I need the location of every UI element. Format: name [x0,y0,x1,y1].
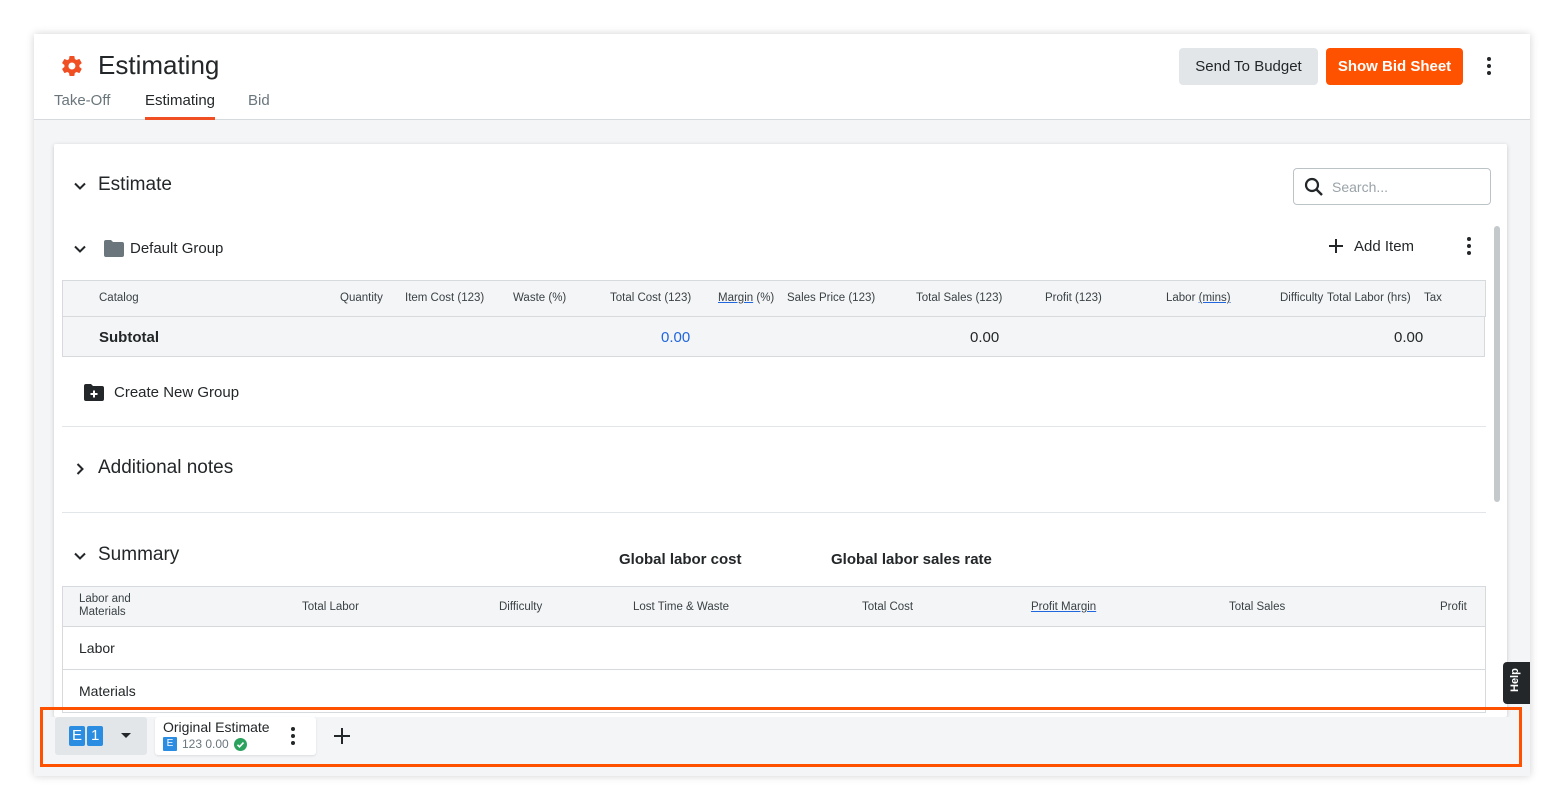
col-sales-price[interactable]: Sales Price (123) [787,292,875,304]
col-catalog[interactable]: Catalog [99,292,139,304]
global-labor-sales-rate-label: Global labor sales rate [831,551,992,568]
group-table-header: Catalog Quantity Item Cost (123) Waste (… [62,280,1486,317]
folder-add-icon [84,383,104,401]
col-waste[interactable]: Waste (%) [513,292,566,304]
group-chevron-down-icon[interactable] [72,241,88,257]
summary-section-title: Summary [98,544,180,565]
header-more-menu-icon[interactable] [1477,54,1501,78]
col-profit[interactable]: Profit (123) [1045,292,1102,304]
chevron-down-icon[interactable] [72,178,88,194]
app-window: Estimating Take-Off Estimating Bid Send … [34,34,1530,776]
gear-icon [62,55,82,77]
show-bid-sheet-button[interactable]: Show Bid Sheet [1326,48,1463,85]
col-difficulty[interactable]: Difficulty [1280,292,1323,304]
col-total-labor[interactable]: Total Labor (hrs) [1327,292,1411,304]
add-item-button[interactable]: Add Item [1328,234,1414,258]
summary-chevron-down-icon[interactable] [72,548,88,564]
sum-col-difficulty: Difficulty [499,601,543,613]
sum-col-profit-margin[interactable]: Profit Margin [1031,601,1096,613]
sum-col-labor-materials: Labor and Materials [79,593,131,618]
estimate-number-chip: 1 [87,726,104,746]
divider [62,512,1486,513]
create-new-group-button[interactable]: Create New Group [84,382,239,402]
chevron-right-icon[interactable] [72,461,88,477]
subtotal-label: Subtotal [99,329,159,346]
send-to-budget-button[interactable]: Send To Budget [1179,48,1318,85]
sum-col-profit: Profit [1440,601,1467,613]
col-labor-term: Labor [1166,292,1196,304]
sum-col-total-cost: Total Cost [862,601,914,613]
folder-icon [104,240,124,257]
sum-col-lost-time-waste: Lost Time & Waste [633,601,730,613]
sum-col-total-labor: Total Labor [302,601,359,613]
page-title: Estimating [98,50,220,80]
vertical-scrollbar[interactable] [1494,226,1500,502]
check-circle-icon [233,737,247,751]
estimate-letter-chip: E [69,726,86,746]
subtotal-total-cost: 0.00 [661,329,691,346]
col-total-cost[interactable]: Total Cost (123) [610,292,691,304]
search-icon [1304,177,1323,196]
col-margin-term: Margin [718,292,754,304]
add-item-label: Add Item [1354,237,1415,255]
estimate-tabs-bar: E 1 Original Estimate E 123 0.00 [34,717,1530,776]
col-item-cost[interactable]: Item Cost (123) [405,292,484,304]
tab-estimating[interactable]: Estimating [145,92,216,120]
search-input[interactable] [1332,176,1482,198]
summary-row-label: Labor [79,640,115,656]
divider [62,426,1486,427]
subtotal-row: Subtotal 0.00 0.00 0.00 [62,317,1485,357]
page-header: Estimating Take-Off Estimating Bid Send … [34,34,1530,120]
estimate-type-chip: E [163,737,177,751]
col-quantity[interactable]: Quantity [340,292,383,304]
tab-take-off[interactable]: Take-Off [54,92,110,120]
summary-table-header: Labor and Materials Total Labor Difficul… [62,586,1486,627]
estimate-tab-name: Original Estimate [163,719,270,735]
col-labor[interactable]: Labor (mins) [1166,292,1231,304]
estimate-tab-meta: E 123 0.00 [163,737,247,751]
add-estimate-plus-icon[interactable] [331,725,353,747]
group-more-menu-icon[interactable] [1457,234,1481,258]
estimate-tab-values: 123 0.00 [182,737,229,751]
caret-down-icon [121,733,131,738]
col-margin-unit: (%) [756,292,775,304]
create-new-group-label: Create New Group [114,383,240,401]
additional-notes-title[interactable]: Additional notes [98,457,233,479]
subtotal-total-sales: 0.00 [970,329,1000,346]
estimate-section-title: Estimate [98,174,172,195]
tab-bid[interactable]: Bid [248,92,270,120]
estimate-card: Estimate Default Group Add Item Catalog … [54,144,1507,717]
subtotal-total-labor: 0.00 [1394,329,1424,346]
plus-icon [1329,239,1343,253]
help-button[interactable]: Help [1503,662,1530,704]
estimate-tab-more-icon[interactable] [281,724,305,748]
group-name: Default Group [130,240,224,257]
estimate-tab-original[interactable]: Original Estimate E 123 0.00 [155,717,316,755]
sum-col-total-sales: Total Sales [1229,601,1286,613]
summary-row-labor: Labor [62,627,1486,670]
col-total-sales[interactable]: Total Sales (123) [916,292,1002,304]
global-labor-cost-label: Global labor cost [619,551,742,568]
help-label: Help [1509,668,1521,692]
col-labor-unit: (mins) [1198,292,1231,304]
estimate-selector-dropdown[interactable]: E 1 [55,717,147,755]
summary-row-label: Materials [79,683,136,699]
search-box[interactable] [1293,168,1491,205]
col-margin[interactable]: Margin (%) [718,292,774,304]
summary-row-materials: Materials [62,670,1486,713]
col-tax[interactable]: Tax [1424,292,1442,304]
